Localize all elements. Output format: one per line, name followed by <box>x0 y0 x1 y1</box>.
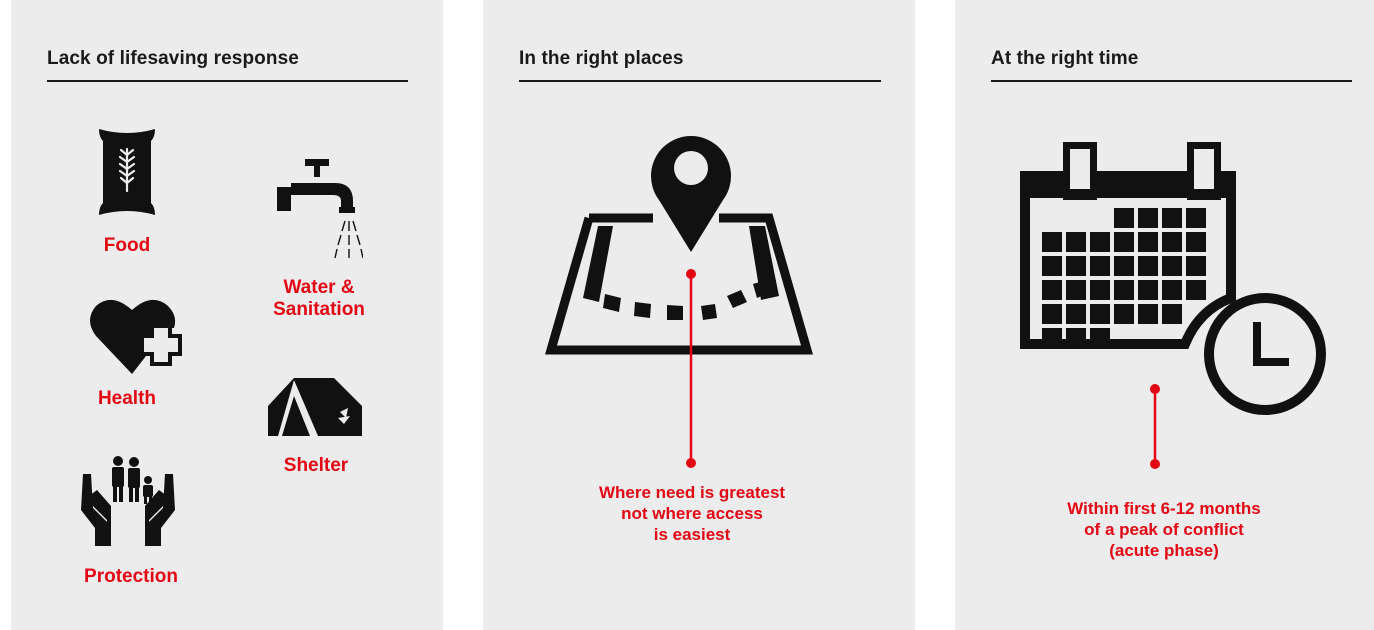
calendar-day-cell <box>1114 208 1134 228</box>
need-label-protection: Protection <box>84 566 178 587</box>
health-heart-icon <box>90 299 182 374</box>
calendar-clock-icon <box>1020 142 1326 469</box>
need-label-health: Health <box>97 388 157 409</box>
calendar-day-cell <box>1114 304 1134 324</box>
map-pin-icon <box>545 136 813 468</box>
water-tap-icon <box>277 159 363 259</box>
title-divider <box>47 80 408 82</box>
calendar-day-cell <box>1138 256 1158 276</box>
calendar-day-cell <box>1186 256 1206 276</box>
calendar-day-cell <box>1090 280 1110 300</box>
calendar-day-cell <box>1090 304 1110 324</box>
calendar-day-cell <box>1042 232 1062 252</box>
time-caption: Within first 6-12 months of a peak of co… <box>1067 499 1261 560</box>
need-label-food: Food <box>103 235 151 256</box>
calendar-day-cell <box>1114 232 1134 252</box>
calendar-day-cell <box>1042 304 1062 324</box>
protection-hands-icon <box>81 456 175 546</box>
calendar-day-cell <box>1114 280 1134 300</box>
panel-lifesaving-response: Lack of lifesaving response Food Water &… <box>11 0 443 630</box>
title-divider <box>519 80 881 82</box>
calendar-day-cell <box>1090 328 1110 348</box>
calendar-day-cell <box>1186 208 1206 228</box>
panel-right-time: At the right time Within first 6-12 mont… <box>955 0 1374 630</box>
calendar-day-cell <box>1162 232 1182 252</box>
need-label-shelter: Shelter <box>283 455 349 476</box>
calendar-day-cell <box>1114 256 1134 276</box>
panel-title: Lack of lifesaving response <box>47 48 299 69</box>
panel-title: At the right time <box>991 48 1139 69</box>
calendar-day-cell <box>1066 304 1086 324</box>
panel-right-places: In the right places Where need is greate… <box>483 0 915 630</box>
calendar-day-cell <box>1186 280 1206 300</box>
calendar-day-cell <box>1066 280 1086 300</box>
calendar-day-cell <box>1042 256 1062 276</box>
need-label-water-sanitation: Water & Sanitation <box>273 277 365 320</box>
calendar-day-cell <box>1162 280 1182 300</box>
calendar-day-cell <box>1042 328 1062 348</box>
calendar-day-cell <box>1066 256 1086 276</box>
tent-icon <box>268 378 362 436</box>
calendar-day-cell <box>1138 208 1158 228</box>
title-divider <box>991 80 1352 82</box>
calendar-day-cell <box>1042 280 1062 300</box>
calendar-day-cell <box>1066 328 1086 348</box>
calendar-day-cell <box>1162 208 1182 228</box>
calendar-day-cell <box>1186 232 1206 252</box>
panel-title: In the right places <box>519 48 684 69</box>
places-caption: Where need is greatest not where access … <box>598 483 786 544</box>
calendar-day-cell <box>1138 232 1158 252</box>
calendar-day-cell <box>1090 256 1110 276</box>
calendar-day-cell <box>1066 232 1086 252</box>
calendar-day-cell <box>1138 304 1158 324</box>
food-sack-icon <box>99 129 155 215</box>
calendar-day-cell <box>1162 256 1182 276</box>
calendar-day-cell <box>1090 232 1110 252</box>
calendar-day-cell <box>1138 280 1158 300</box>
calendar-day-cell <box>1162 304 1182 324</box>
